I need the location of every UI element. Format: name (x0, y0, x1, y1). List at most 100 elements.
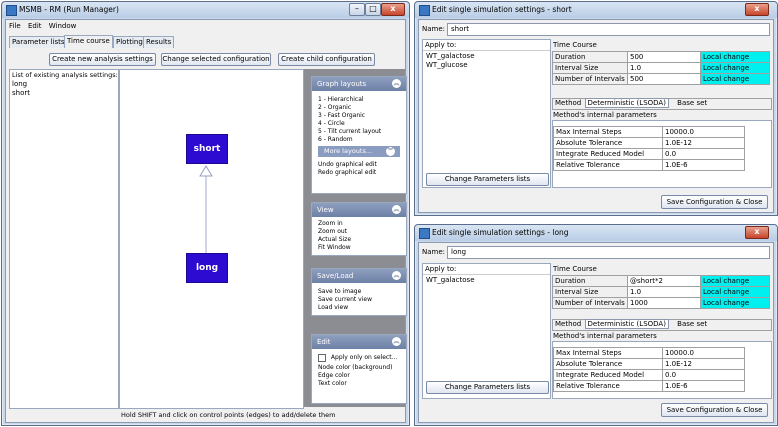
tab-parameter-lists[interactable]: Parameter lists (9, 36, 68, 48)
name-field[interactable]: long (447, 246, 770, 259)
method-label: Method (555, 320, 582, 328)
menu-file[interactable]: File (9, 22, 21, 30)
num-intervals-field[interactable]: 1000 (627, 297, 701, 309)
param-value[interactable]: 1.0E-6 (662, 159, 745, 171)
param-value[interactable]: 0.0 (662, 369, 745, 381)
save-to-image[interactable]: Save to image (312, 288, 406, 296)
layout-tilt[interactable]: 5 - Tilt current layout (312, 128, 406, 136)
dialog-short-close-button[interactable]: x (745, 3, 769, 16)
text-color[interactable]: Text color (312, 380, 406, 388)
collapse-icon[interactable]: ︽ (392, 205, 401, 214)
window-title: MSMB - RM (Run Manager) (19, 5, 119, 14)
graph-canvas[interactable]: short long (119, 69, 304, 409)
interval-size-field[interactable]: 1.0 (627, 62, 701, 74)
list-item[interactable]: WT_galactose (423, 51, 550, 61)
dialog-short-title-bar[interactable]: Edit single simulation settings - short … (415, 2, 777, 18)
param-name: Max Internal Steps (553, 347, 663, 359)
table-row: Interval Size 1.0 Local change (552, 62, 770, 74)
load-view[interactable]: Load view (312, 304, 406, 312)
dialog-long-close-button[interactable]: x (745, 226, 769, 239)
save-configuration-close-button[interactable]: Save Configuration & Close (661, 195, 768, 209)
tab-time-course[interactable]: Time course (64, 35, 113, 48)
view-header[interactable]: View ︽ (312, 203, 406, 217)
zoom-out[interactable]: Zoom out (312, 228, 406, 236)
node-short[interactable]: short (186, 134, 228, 164)
apply-to-label: Apply to: (423, 40, 550, 51)
param-value[interactable]: 10000.0 (662, 126, 745, 138)
interval-size-field[interactable]: 1.0 (627, 286, 701, 298)
dialog-short-window: Edit single simulation settings - short … (414, 1, 778, 216)
maximize-button[interactable]: □ (365, 3, 381, 16)
num-intervals-status[interactable]: Local change (700, 73, 770, 85)
internal-params-table: Max Internal Steps 10000.0 Absolute Toler… (553, 347, 745, 392)
checkbox-box[interactable] (318, 353, 326, 362)
actual-size[interactable]: Actual Size (312, 236, 406, 244)
zoom-in[interactable]: Zoom in (312, 220, 406, 228)
list-item[interactable]: WT_galactose (423, 275, 550, 285)
method-select[interactable]: Deterministic (LSODA) (584, 319, 669, 329)
layout-fast-organic[interactable]: 3 - Fast Organic (312, 112, 406, 120)
duration-status[interactable]: Local change (700, 275, 770, 287)
save-load-header[interactable]: Save/Load ︽ (312, 269, 406, 283)
list-item[interactable]: long (10, 80, 118, 89)
menu-window[interactable]: Window (49, 22, 77, 30)
interval-size-status[interactable]: Local change (700, 286, 770, 298)
layout-circle[interactable]: 4 - Circle (312, 120, 406, 128)
change-parameters-lists-button[interactable]: Change Parameters lists (426, 173, 549, 186)
param-value[interactable]: 1.0E-12 (662, 137, 745, 149)
more-layouts-button[interactable]: More layouts... ︾ (318, 146, 400, 157)
param-value[interactable]: 1.0E-6 (662, 380, 745, 392)
menu-edit[interactable]: Edit (28, 22, 42, 30)
collapse-icon[interactable]: ︽ (392, 271, 401, 280)
create-new-analysis-button[interactable]: Create new analysis settings (49, 53, 156, 66)
title-bar[interactable]: MSMB - RM (Run Manager) – □ x (2, 2, 409, 18)
layout-organic[interactable]: 2 - Organic (312, 104, 406, 112)
undo-graphical-edit[interactable]: Undo graphical edit (312, 161, 406, 169)
save-current-view[interactable]: Save current view (312, 296, 406, 304)
param-value[interactable]: 10000.0 (662, 347, 745, 359)
edit-header[interactable]: Edit ︽ (312, 335, 406, 349)
node-long[interactable]: long (186, 253, 228, 283)
dialog-long-title-bar[interactable]: Edit single simulation settings - long x (415, 225, 777, 241)
duration-field[interactable]: @short*2 (627, 275, 701, 287)
param-value[interactable]: 1.0E-12 (662, 358, 745, 370)
interval-size-status[interactable]: Local change (700, 62, 770, 74)
redo-graphical-edit[interactable]: Redo graphical edit (312, 169, 406, 177)
num-intervals-status[interactable]: Local change (700, 297, 770, 309)
internal-params-label: Method's internal parameters (553, 111, 657, 119)
duration-status[interactable]: Local change (700, 51, 770, 63)
edge-color[interactable]: Edge color (312, 372, 406, 380)
apply-only-selected-checkbox[interactable]: Apply only on select... (318, 353, 400, 362)
create-child-configuration-button[interactable]: Create child configuration (278, 53, 375, 66)
node-color[interactable]: Node color (background) (312, 364, 406, 372)
change-parameters-lists-button[interactable]: Change Parameters lists (426, 381, 549, 394)
duration-field[interactable]: 500 (627, 51, 701, 63)
method-select[interactable]: Deterministic (LSODA) (584, 98, 669, 108)
table-row: Max Internal Steps 10000.0 (553, 347, 745, 359)
main-client-area: File Edit Window Parameter lists Time co… (5, 19, 407, 423)
menu-bar: File Edit Window (9, 22, 76, 32)
tab-plotting[interactable]: Plotting (113, 36, 146, 48)
name-value: long (451, 248, 467, 256)
time-course-label: Time Course (553, 265, 597, 273)
close-button[interactable]: x (381, 3, 405, 16)
change-selected-configuration-button[interactable]: Change selected configuration (161, 53, 271, 66)
graph-layouts-header[interactable]: Graph layouts ︽ (312, 77, 406, 91)
tab-results[interactable]: Results (143, 36, 175, 48)
layout-random[interactable]: 6 - Random (312, 136, 406, 144)
checkbox-label: Apply only on select... (330, 354, 398, 361)
table-row: Duration @short*2 Local change (552, 275, 770, 287)
table-row: Absolute Tolerance 1.0E-12 (553, 137, 745, 149)
save-configuration-close-button[interactable]: Save Configuration & Close (661, 403, 768, 417)
param-value[interactable]: 0.0 (662, 148, 745, 160)
num-intervals-field[interactable]: 500 (627, 73, 701, 85)
edge-arrow[interactable] (120, 70, 303, 408)
minimize-button[interactable]: – (349, 3, 365, 16)
list-item[interactable]: short (10, 89, 118, 98)
name-field[interactable]: short (447, 23, 770, 36)
list-item[interactable]: WT_glucose (423, 61, 550, 69)
fit-window[interactable]: Fit Window (312, 244, 406, 252)
collapse-icon[interactable]: ︽ (392, 337, 401, 346)
layout-hierarchical[interactable]: 1 - Hierarchical (312, 96, 406, 104)
collapse-icon[interactable]: ︽ (392, 79, 401, 88)
